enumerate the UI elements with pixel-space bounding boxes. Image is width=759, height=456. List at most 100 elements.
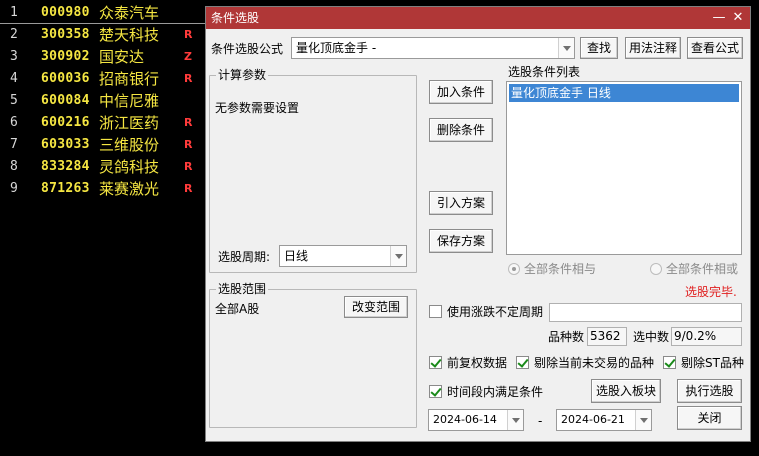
run-select-button[interactable]: 执行选股 bbox=[677, 379, 742, 403]
stock-code: 871263 bbox=[41, 181, 90, 196]
condition-select-dialog: 条件选股 — ✕ 条件选股公式 量化顶底金手 - 查找 用法注释 查看公式 计算… bbox=[205, 6, 751, 442]
stock-row[interactable]: 9 871263 莱赛激光 R bbox=[0, 178, 205, 200]
formula-label: 条件选股公式 bbox=[211, 42, 284, 56]
stock-flag: R bbox=[184, 72, 193, 85]
time-range-checkbox[interactable] bbox=[429, 385, 442, 398]
row-index: 5 bbox=[10, 93, 18, 108]
stock-code: 603033 bbox=[41, 137, 90, 152]
stock-name: 三维股份 bbox=[99, 136, 160, 154]
status-text: 选股完毕. bbox=[685, 285, 737, 299]
stock-name: 浙江医药 bbox=[99, 114, 160, 132]
usage-notes-button[interactable]: 用法注释 bbox=[625, 37, 681, 59]
stock-flag: R bbox=[184, 28, 193, 41]
stock-row[interactable]: 8 833284 灵鸽科技 R bbox=[0, 156, 205, 178]
save-plan-button[interactable]: 保存方案 bbox=[429, 229, 493, 253]
row-index: 7 bbox=[10, 137, 18, 152]
dialog-titlebar[interactable]: 条件选股 — ✕ bbox=[206, 7, 750, 29]
change-range-button[interactable]: 改变范围 bbox=[344, 296, 408, 318]
chevron-down-icon[interactable] bbox=[635, 410, 651, 430]
chevron-down-icon[interactable] bbox=[390, 246, 406, 266]
radio-or-label: 全部条件相或 bbox=[666, 262, 739, 276]
use-period-label: 使用涨跌不定周期 bbox=[447, 305, 544, 319]
params-group: 计算参数 bbox=[209, 68, 417, 273]
select-to-board-button[interactable]: 选股入板块 bbox=[591, 379, 661, 403]
period-select[interactable]: 日线 bbox=[279, 245, 407, 267]
row-index: 8 bbox=[10, 159, 18, 174]
stock-row[interactable]: 3 300902 国安达 Z bbox=[0, 46, 205, 68]
stock-flag: R bbox=[184, 160, 193, 173]
stock-flag: R bbox=[184, 116, 193, 129]
time-range-label: 时间段内满足条件 bbox=[447, 385, 544, 399]
stock-code: 300358 bbox=[41, 27, 90, 42]
period-input[interactable] bbox=[549, 303, 742, 322]
stock-code: 600036 bbox=[41, 71, 90, 86]
view-formula-button[interactable]: 查看公式 bbox=[687, 37, 743, 59]
period-label: 选股周期: bbox=[218, 250, 271, 264]
exclude-st-label: 剔除ST品种 bbox=[681, 356, 744, 370]
stock-name: 国安达 bbox=[99, 48, 145, 66]
chevron-down-icon[interactable] bbox=[507, 410, 523, 430]
end-date-picker[interactable]: 2024-06-21 bbox=[556, 409, 652, 431]
minimize-icon[interactable]: — bbox=[710, 9, 728, 27]
stock-flag: Z bbox=[184, 50, 192, 63]
conditions-listbox[interactable]: 量化顶底金手 日线 bbox=[506, 81, 742, 255]
stock-row[interactable]: 2 300358 楚天科技 R bbox=[0, 24, 205, 46]
formula-value: 量化顶底金手 - bbox=[296, 41, 377, 55]
stock-code: 600216 bbox=[41, 115, 90, 130]
search-button[interactable]: 查找 bbox=[580, 37, 618, 59]
stock-name: 招商银行 bbox=[99, 70, 160, 88]
stock-name: 莱赛激光 bbox=[99, 180, 160, 198]
stock-code: 300902 bbox=[41, 49, 90, 64]
delete-condition-button[interactable]: 删除条件 bbox=[429, 118, 493, 142]
use-period-checkbox[interactable] bbox=[429, 305, 442, 318]
stock-name: 中信尼雅 bbox=[99, 92, 160, 110]
period-value: 日线 bbox=[284, 249, 309, 263]
exclude-untraded-checkbox[interactable] bbox=[516, 356, 529, 369]
import-plan-button[interactable]: 引入方案 bbox=[429, 191, 493, 215]
exclude-st-checkbox[interactable] bbox=[663, 356, 676, 369]
radio-and-label: 全部条件相与 bbox=[524, 262, 597, 276]
stock-name: 楚天科技 bbox=[99, 26, 160, 44]
stock-row[interactable]: 7 603033 三维股份 R bbox=[0, 134, 205, 156]
adjusted-data-checkbox[interactable] bbox=[429, 356, 442, 369]
row-index: 4 bbox=[10, 71, 18, 86]
stock-code: 600084 bbox=[41, 93, 90, 108]
adjusted-data-label: 前复权数据 bbox=[447, 356, 508, 370]
params-text: 无参数需要设置 bbox=[215, 101, 300, 115]
row-index: 6 bbox=[10, 115, 18, 130]
start-date-value: 2024-06-14 bbox=[433, 413, 497, 426]
stock-list: 1 000980 众泰汽车 2 300358 楚天科技 R 3 300902 国… bbox=[0, 2, 205, 200]
range-value: 全部A股 bbox=[215, 302, 260, 316]
stock-code: 000980 bbox=[41, 5, 90, 20]
stock-row[interactable]: 6 600216 浙江医药 R bbox=[0, 112, 205, 134]
count-label: 品种数 bbox=[548, 330, 585, 344]
exclude-untraded-label: 剔除当前未交易的品种 bbox=[534, 356, 655, 370]
row-index: 2 bbox=[10, 27, 18, 42]
start-date-picker[interactable]: 2024-06-14 bbox=[428, 409, 524, 431]
radio-and[interactable] bbox=[508, 263, 520, 275]
stock-row[interactable]: 1 000980 众泰汽车 bbox=[0, 2, 205, 24]
count-value: 5362 bbox=[587, 327, 627, 346]
dialog-title: 条件选股 bbox=[211, 11, 260, 25]
list-item[interactable]: 量化顶底金手 日线 bbox=[509, 84, 739, 102]
formula-select[interactable]: 量化顶底金手 - bbox=[291, 37, 575, 59]
radio-or[interactable] bbox=[650, 263, 662, 275]
stock-row[interactable]: 5 600084 中信尼雅 bbox=[0, 90, 205, 112]
add-condition-button[interactable]: 加入条件 bbox=[429, 80, 493, 104]
row-index: 9 bbox=[10, 181, 18, 196]
selected-label: 选中数 bbox=[633, 330, 670, 344]
selected-value: 9/0.2% bbox=[671, 327, 742, 346]
row-index: 3 bbox=[10, 49, 18, 64]
stock-name: 众泰汽车 bbox=[99, 4, 160, 22]
close-icon[interactable]: ✕ bbox=[729, 9, 747, 27]
stock-name: 灵鸽科技 bbox=[99, 158, 160, 176]
conditions-list-label: 选股条件列表 bbox=[508, 65, 581, 79]
close-button[interactable]: 关闭 bbox=[677, 406, 742, 430]
stock-flag: R bbox=[184, 138, 193, 151]
chevron-down-icon[interactable] bbox=[558, 38, 574, 58]
row-index: 1 bbox=[10, 5, 18, 20]
params-group-title: 计算参数 bbox=[218, 68, 267, 82]
stock-flag: R bbox=[184, 182, 193, 195]
stock-row[interactable]: 4 600036 招商银行 R bbox=[0, 68, 205, 90]
date-separator: - bbox=[538, 414, 543, 428]
